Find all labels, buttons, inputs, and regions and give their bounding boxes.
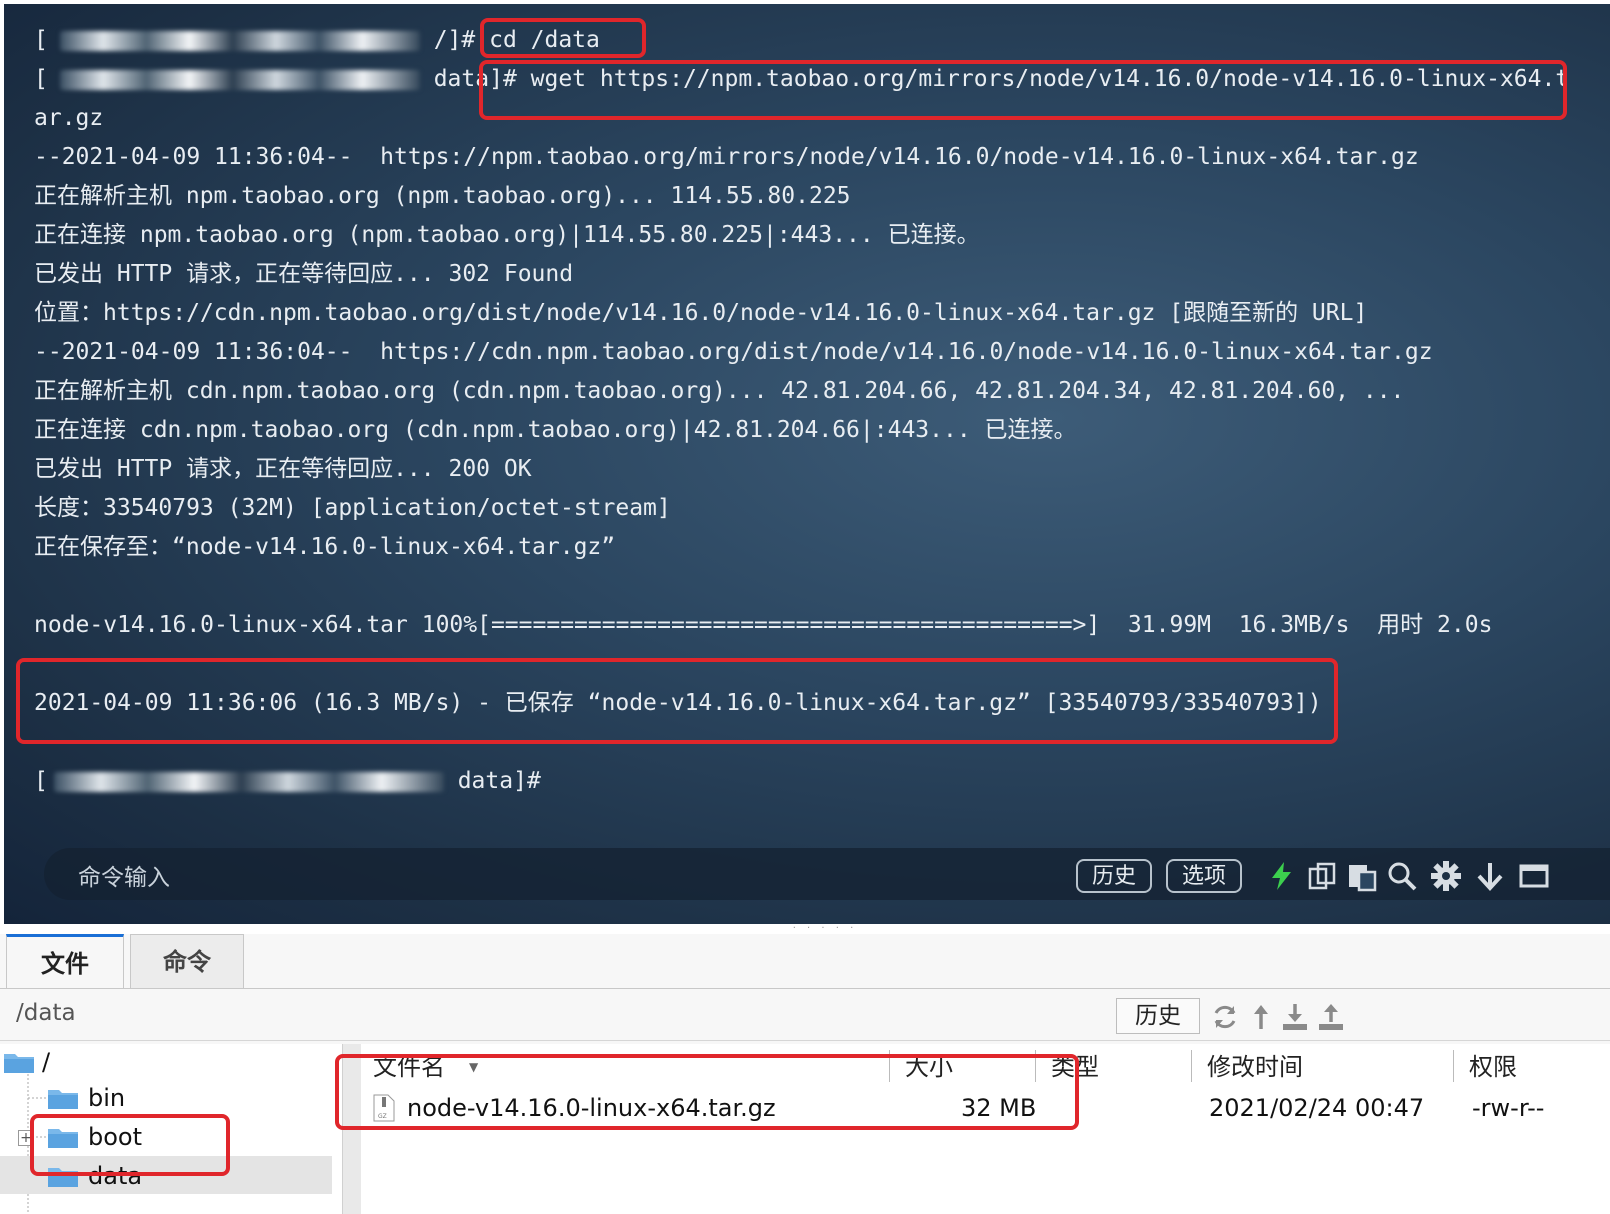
up-directory-icon[interactable] [1246, 1002, 1276, 1032]
options-button[interactable]: 选项 [1166, 859, 1243, 893]
directory-tree: / bin + boot data [0, 1044, 342, 1214]
prompt-suffix: data]# [443, 768, 541, 794]
paste-icon[interactable] [1346, 860, 1378, 892]
redacted-hostname [59, 30, 420, 51]
output-line: --2021-04-09 11:36:04-- https://npm.taob… [34, 144, 1419, 170]
prompt-line-3: [ data]# [34, 768, 541, 794]
file-modified: 2021/02/24 00:47 [1209, 1094, 1425, 1122]
terminal-window[interactable]: [ /]# cd /data [ data]# wget https://npm… [4, 4, 1610, 924]
path-bar: /data 历史 [6, 998, 1610, 1034]
search-icon[interactable] [1386, 860, 1418, 892]
output-line: 正在连接 npm.taobao.org (npm.taobao.org)|114… [34, 222, 980, 248]
progress-line: node-v14.16.0-linux-x64.tar 100%[=======… [34, 612, 1493, 638]
highlight-cd-command [480, 18, 646, 58]
output-line: 已发出 HTTP 请求，正在等待回应... 302 Found [34, 261, 574, 287]
output-line: 正在解析主机 cdn.npm.taobao.org (cdn.npm.taoba… [34, 378, 1405, 404]
highlight-saved-line [16, 658, 1338, 744]
pane-splitter[interactable]: · · · · · [780, 924, 870, 934]
maximize-icon[interactable] [1518, 860, 1550, 892]
output-line: 正在保存至：“node-v14.16.0-linux-x64.tar.gz” [34, 534, 616, 560]
download-icon[interactable] [1280, 1002, 1310, 1032]
file-manager-panel: 文件 命令 /data 历史 / bin + boot data 文件名 ▼ 大… [0, 934, 1610, 1214]
output-line: --2021-04-09 11:36:04-- https://cdn.npm.… [34, 339, 1433, 365]
highlight-downloaded-file [335, 1054, 1079, 1130]
gear-icon[interactable] [1430, 860, 1462, 892]
tab-divider [0, 988, 1610, 989]
current-path[interactable]: /data [16, 1000, 76, 1026]
copy-icon[interactable] [1306, 860, 1338, 892]
output-line: 长度：33540793 (32M) [application/octet-str… [34, 495, 671, 521]
output-line: 已发出 HTTP 请求，正在等待回应... 200 OK [34, 456, 532, 482]
output-line: 正在连接 cdn.npm.taobao.org (cdn.npm.taobao.… [34, 417, 1077, 443]
path-divider [0, 1040, 1610, 1041]
highlight-data-folder [30, 1114, 230, 1176]
output-line: 正在解析主机 npm.taobao.org (npm.taobao.org)..… [34, 183, 851, 209]
history-button[interactable]: 历史 [1076, 859, 1153, 893]
command-input-label[interactable]: 命令输入 [78, 858, 170, 892]
output-line: 位置：https://cdn.npm.taobao.org/dist/node/… [34, 300, 1368, 326]
refresh-icon[interactable] [1210, 1002, 1240, 1032]
folder-icon [4, 1054, 34, 1073]
command-input-bar[interactable]: 命令输入 历史 选项 [44, 848, 1610, 900]
upload-icon[interactable] [1316, 1002, 1346, 1032]
tab-files[interactable]: 文件 [6, 934, 124, 988]
output-line: ar.gz [34, 105, 104, 131]
prompt-suffix: /]# [419, 27, 476, 53]
highlight-wget-command [479, 60, 1567, 120]
redacted-hostname [59, 69, 420, 90]
redacted-hostname [53, 771, 444, 792]
tree-item-label: / [42, 1048, 51, 1076]
file-list: 文件名 ▼ 大小 类型 修改时间 权限 GZ node-v14.16.0-lin… [335, 1044, 1610, 1214]
download-arrow-icon[interactable] [1474, 860, 1506, 892]
tree-item-label: bin [88, 1084, 126, 1112]
tab-commands[interactable]: 命令 [130, 934, 244, 988]
folder-icon [48, 1090, 78, 1109]
file-permissions: -rw-r-- [1472, 1094, 1545, 1122]
lightning-icon[interactable] [1266, 860, 1298, 892]
path-history-button[interactable]: 历史 [1116, 998, 1200, 1034]
